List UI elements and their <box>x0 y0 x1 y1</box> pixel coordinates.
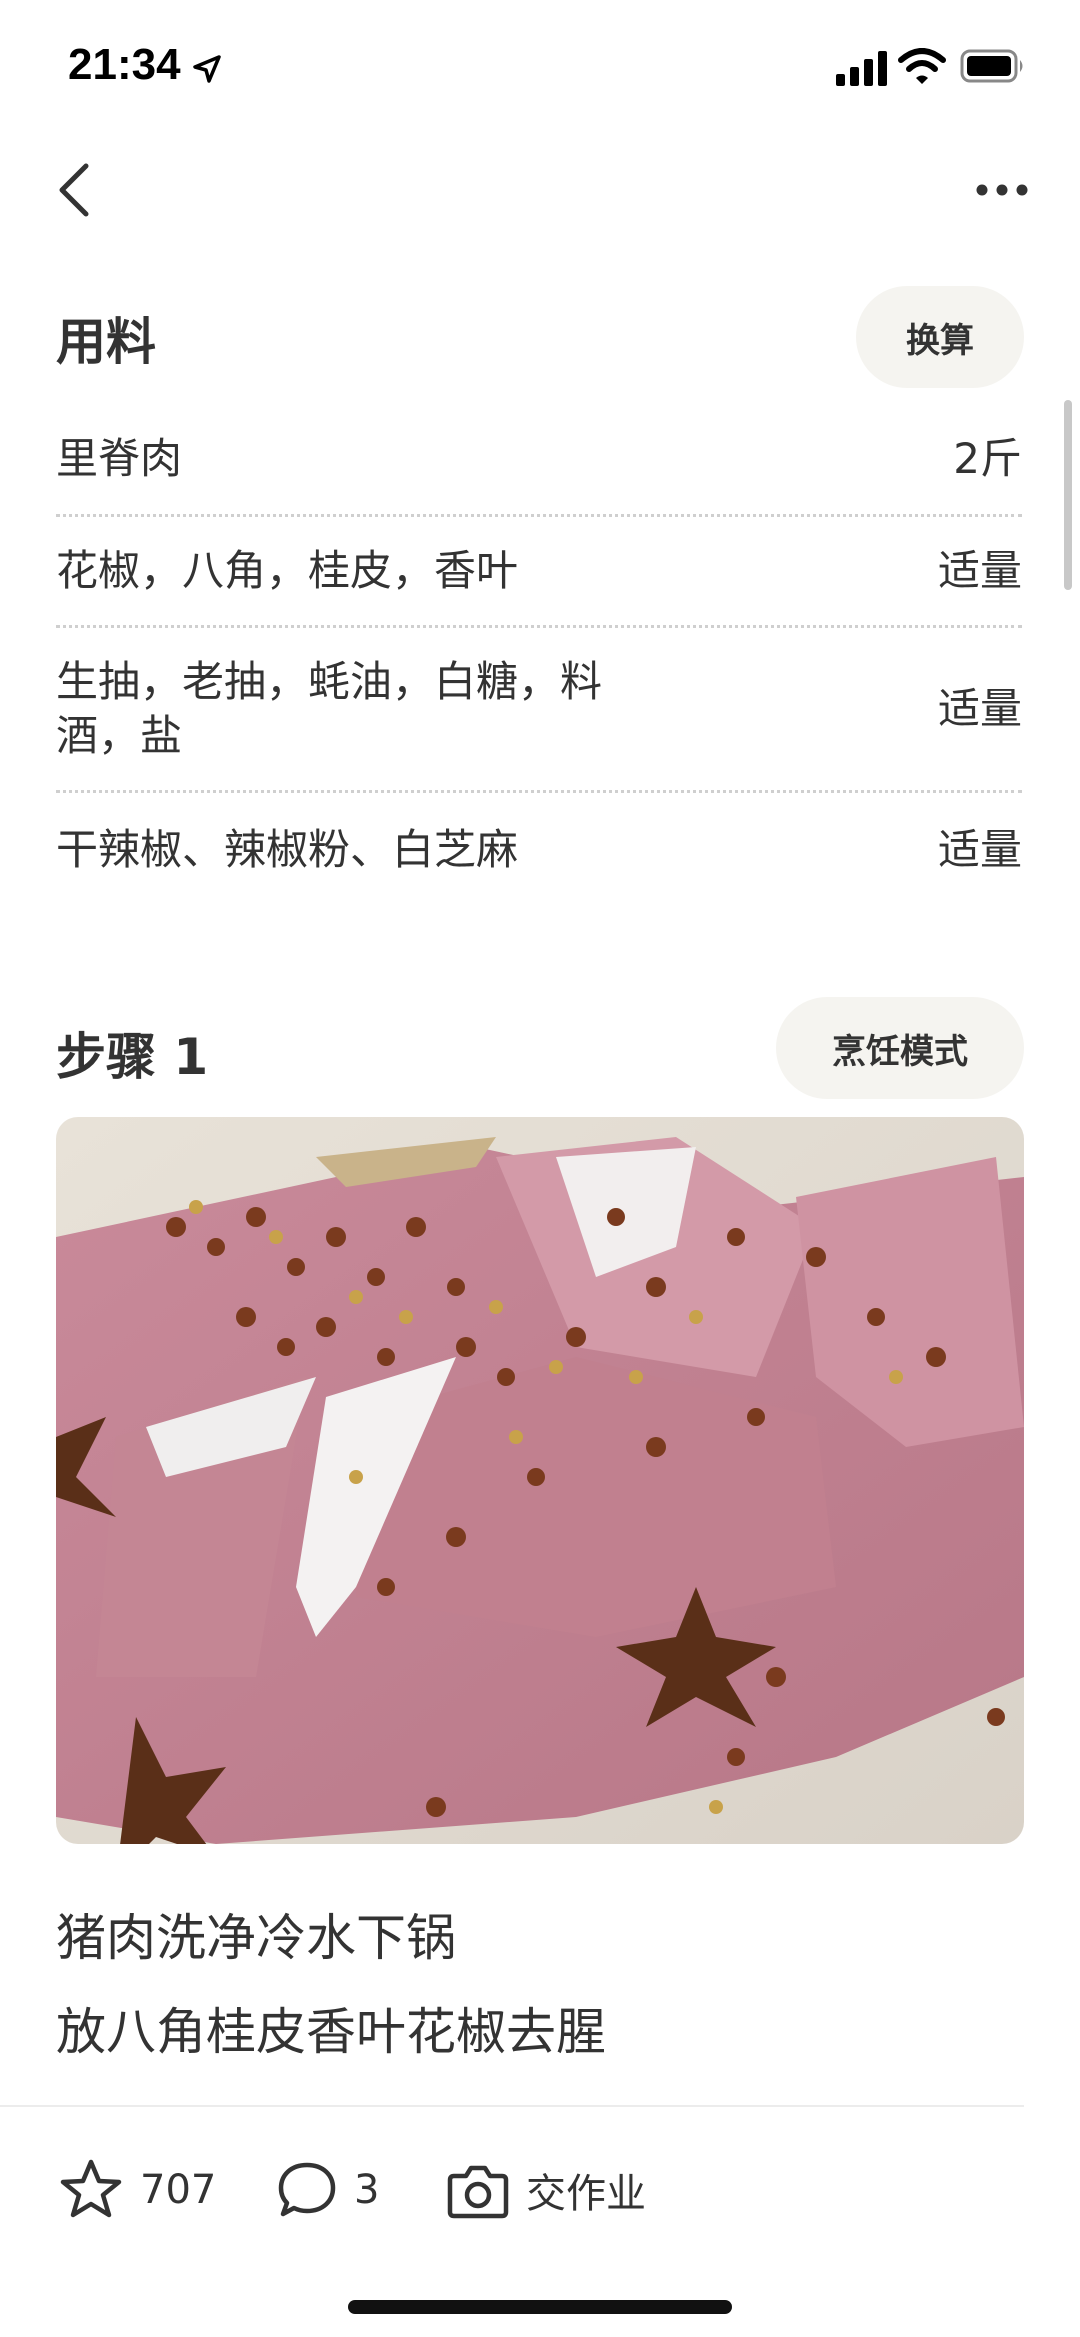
step-title: 步骤 1 <box>56 1028 209 1086</box>
ingredient-name: 干辣椒、辣椒粉、白芝麻 <box>56 825 519 874</box>
ingredient-row: 里脊肉 2斤 <box>56 400 1022 517</box>
comment-button[interactable]: 3 <box>276 2150 379 2230</box>
camera-icon <box>447 2165 509 2219</box>
step-photo[interactable] <box>56 1117 1024 1844</box>
ingredient-name: 里脊肉 <box>56 434 183 483</box>
ingredient-quantity: 2斤 <box>953 434 1022 483</box>
ingredient-row: 干辣椒、辣椒粉、白芝麻 适量 <box>56 793 1022 901</box>
comment-bubble-icon <box>278 2162 336 2217</box>
cellular-signal-icon <box>836 51 887 86</box>
submit-homework-label: 交作业 <box>526 2171 646 2217</box>
recipe-page: 21:34 用料 换算 里脊肉 2斤 花椒，八角，桂皮，香叶 适量 生抽，老抽，… <box>0 0 1080 2337</box>
ingredient-quantity: 适量 <box>937 684 1022 733</box>
ingredient-row: 生抽，老抽，蚝油，白糖，料酒，盐 适量 <box>56 628 1022 793</box>
divider <box>0 2105 1024 2107</box>
status-bar: 21:34 <box>0 0 1080 135</box>
favorite-button[interactable]: 707 <box>58 2150 216 2230</box>
ingredient-quantity: 适量 <box>937 825 1022 874</box>
battery-icon <box>960 49 1023 83</box>
home-indicator[interactable] <box>348 2300 732 2314</box>
more-options-icon[interactable] <box>974 172 1030 208</box>
ingredient-row: 花椒，八角，桂皮，香叶 适量 <box>56 517 1022 628</box>
submit-homework-button[interactable]: 交作业 <box>446 2150 646 2230</box>
back-chevron-icon[interactable] <box>54 160 94 220</box>
ingredients-title: 用料 <box>56 313 156 371</box>
status-time: 21:34 <box>68 40 181 89</box>
ingredient-quantity: 适量 <box>937 546 1022 595</box>
star-icon <box>60 2159 122 2218</box>
comment-count: 3 <box>354 2167 380 2213</box>
wifi-icon <box>898 48 946 84</box>
step-description-line: 放八角桂皮香叶花椒去腥 <box>56 2003 606 2061</box>
convert-button[interactable]: 换算 <box>856 286 1024 388</box>
ingredient-name: 生抽，老抽，蚝油，白糖，料酒，盐 <box>56 657 603 760</box>
step-description-line: 猪肉洗净冷水下锅 <box>56 1909 456 1967</box>
ingredient-name: 花椒，八角，桂皮，香叶 <box>56 546 519 595</box>
favorite-count: 707 <box>140 2167 217 2213</box>
cooking-mode-button[interactable]: 烹饪模式 <box>776 997 1024 1099</box>
location-arrow-icon <box>193 55 221 83</box>
scrollbar[interactable] <box>1064 400 1072 590</box>
ingredients-list: 里脊肉 2斤 花椒，八角，桂皮，香叶 适量 生抽，老抽，蚝油，白糖，料酒，盐 适… <box>56 400 1022 901</box>
